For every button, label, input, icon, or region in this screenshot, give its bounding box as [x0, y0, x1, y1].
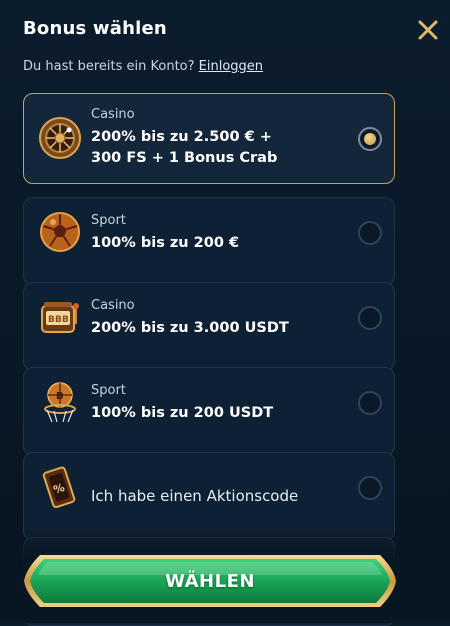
bonus-option-casino-usdt[interactable]: BBB Casino 200% bis zu 3.000 USDT [23, 282, 395, 371]
slot-machine-icon: BBB [41, 302, 79, 333]
page-title: Bonus wählen [23, 18, 167, 39]
svg-text:B: B [56, 391, 64, 402]
basketball-icon: B [44, 382, 76, 423]
svg-text:B: B [62, 315, 69, 325]
choose-button[interactable]: WÄHLEN [22, 551, 398, 611]
option-offer-line-1: 200% bis zu 2.500 € + [91, 129, 272, 145]
close-icon[interactable] [414, 16, 442, 44]
option-offer: 100% bis zu 200 € [91, 235, 240, 251]
login-prompt-text: Du hast bereits ein Konto? [23, 59, 195, 74]
option-category: Sport [91, 213, 126, 228]
option-category: Sport [91, 383, 126, 398]
bonus-option-sport-usdt[interactable]: B Sport 100% bis zu 200 USDT [23, 367, 395, 456]
svg-text:B: B [55, 315, 62, 325]
soccer-ball-icon [40, 212, 80, 252]
option-category: Casino [91, 298, 135, 313]
bonus-option-sport-eur[interactable]: Sport 100% bis zu 200 € [23, 197, 395, 286]
roulette-icon [39, 117, 81, 159]
option-radio[interactable] [358, 221, 382, 245]
option-category: Casino [91, 107, 135, 122]
option-offer-line-2: 300 FS + 1 Bonus Crab [91, 150, 278, 166]
option-radio[interactable] [358, 476, 382, 500]
option-radio[interactable] [358, 306, 382, 330]
option-offer: 200% bis zu 3.000 USDT [91, 320, 289, 336]
option-offer: 100% bis zu 200 USDT [91, 405, 274, 421]
promo-ticket-icon: % [42, 466, 76, 509]
login-prompt: Du hast bereits ein Konto? Einloggen [23, 59, 263, 74]
option-label: Ich habe einen Aktionscode [91, 487, 299, 505]
login-link[interactable]: Einloggen [199, 59, 263, 74]
option-radio[interactable] [358, 391, 382, 415]
option-radio-selected[interactable] [358, 127, 382, 151]
svg-text:B: B [48, 315, 55, 325]
bonus-option-casino-eur[interactable]: Casino 200% bis zu 2.500 € + 300 FS + 1 … [23, 93, 395, 184]
